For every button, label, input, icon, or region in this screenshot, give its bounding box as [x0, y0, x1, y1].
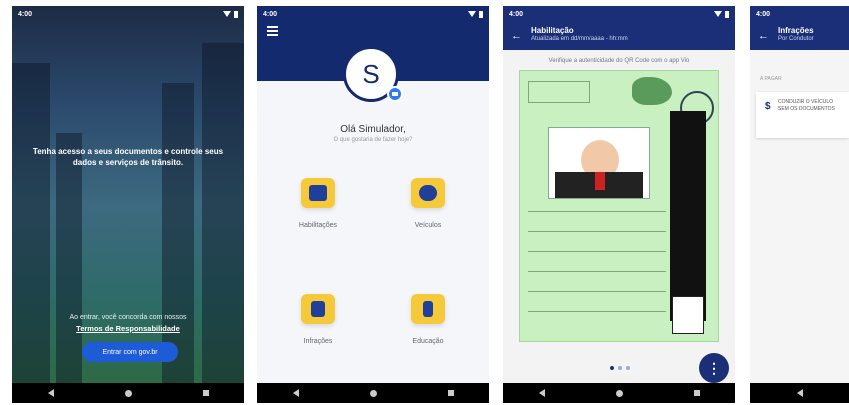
- traffic-light-icon: [411, 294, 445, 324]
- enter-govbr-button[interactable]: Entrar com gov.br: [82, 342, 178, 362]
- status-time: 4:00: [509, 10, 524, 18]
- battery-icon: [479, 10, 483, 18]
- back-nav-icon[interactable]: [538, 389, 545, 397]
- recent-apps-icon[interactable]: [447, 390, 454, 396]
- tile-educacao[interactable]: Educação: [393, 294, 463, 345]
- more-options-fab[interactable]: ⋮: [699, 353, 729, 383]
- license-field-line: [528, 311, 666, 312]
- page-subtitle: Por Condutor: [778, 36, 814, 42]
- infractions-screen: ← Infrações Por Condutor 4:00 A PAGAR $ …: [750, 6, 849, 403]
- recent-apps-icon[interactable]: [693, 390, 700, 396]
- welcome-text: Tenha acesso a seus documentos e control…: [32, 147, 224, 167]
- tile-label: Habilitações: [298, 222, 338, 229]
- home-nav-icon[interactable]: [615, 389, 623, 397]
- tile-infracoes[interactable]: Infrações: [283, 294, 353, 345]
- license-vertical-band: [670, 111, 706, 321]
- tile-veiculos[interactable]: Veículos: [393, 178, 463, 229]
- greeting-subtitle: O que gostaria de fazer hoje?: [333, 137, 413, 143]
- pager-dots[interactable]: [610, 366, 630, 370]
- verify-qr-text: Verifique a autenticidade do QR Code com…: [548, 58, 690, 64]
- license-photo: [548, 127, 650, 199]
- tile-habilitacoes[interactable]: Habilitações: [283, 178, 353, 229]
- license-field-line: [528, 231, 666, 232]
- section-label: A PAGAR: [760, 76, 782, 82]
- city-building: [56, 133, 82, 383]
- system-nav-bar: [503, 383, 735, 403]
- status-bar: 4:00: [257, 6, 489, 22]
- home-nav-icon[interactable]: [124, 389, 132, 397]
- status-bar: 4:00: [12, 6, 244, 22]
- home-screen: 4:00 S Olá Simulador, O que gostaria de …: [257, 6, 489, 403]
- license-field-line: [528, 271, 666, 272]
- city-building: [12, 63, 50, 383]
- infraction-card[interactable]: $ CONDUZIR O VEÍCULO SEM OS DOCUMENTOS: [756, 92, 849, 138]
- license-field-line: [528, 211, 666, 212]
- battery-icon: [725, 10, 729, 18]
- wifi-icon: [468, 11, 476, 17]
- page-title: Infrações: [778, 26, 814, 35]
- greeting: Olá Simulador,: [340, 124, 406, 135]
- tile-label: Infrações: [303, 338, 333, 345]
- license-header-box: [528, 81, 590, 103]
- wifi-icon: [714, 11, 722, 17]
- license-state-box: [672, 296, 704, 334]
- system-nav-bar: [12, 383, 244, 403]
- recent-apps-icon[interactable]: [202, 390, 209, 396]
- system-nav-bar: [257, 383, 489, 403]
- tie-icon: [595, 172, 605, 190]
- back-arrow-icon[interactable]: ←: [758, 30, 769, 42]
- page-subtitle: Atualizada em dd/mm/aaaa - hh:mm: [531, 36, 628, 42]
- back-nav-icon[interactable]: [796, 389, 803, 397]
- license-field-line: [528, 291, 666, 292]
- terms-prefix: Ao entrar, você concorda com nossos: [69, 314, 187, 321]
- status-time: 4:00: [756, 10, 771, 18]
- back-nav-icon[interactable]: [47, 389, 54, 397]
- menu-icon[interactable]: [267, 26, 278, 38]
- status-time: 4:00: [263, 10, 278, 18]
- brazil-map-icon: [632, 77, 672, 105]
- status-bar: 4:00: [503, 6, 735, 22]
- status-bar: 4:00: [750, 6, 849, 22]
- city-building: [162, 83, 194, 383]
- wifi-icon: [223, 11, 231, 17]
- license-field-line: [528, 251, 666, 252]
- system-nav-bar: [750, 383, 849, 403]
- car-icon: [411, 178, 445, 208]
- back-arrow-icon[interactable]: ←: [511, 30, 522, 42]
- id-card-icon: [301, 178, 335, 208]
- home-nav-icon[interactable]: [369, 389, 377, 397]
- page-title: Habilitação: [531, 26, 574, 35]
- status-time: 4:00: [18, 10, 33, 18]
- money-icon: $: [765, 101, 771, 112]
- welcome-screen: 4:00 Tenha acesso a seus documentos e co…: [12, 6, 244, 403]
- battery-icon: [234, 10, 238, 18]
- terms-link[interactable]: Termos de Responsabilidade: [12, 324, 244, 333]
- tile-label: Veículos: [414, 222, 442, 229]
- mail-badge-icon[interactable]: [387, 86, 403, 102]
- back-nav-icon[interactable]: [292, 389, 299, 397]
- tile-label: Educação: [412, 338, 444, 345]
- driver-license-image: [519, 70, 719, 342]
- document-icon: [301, 294, 335, 324]
- infraction-description: CONDUZIR O VEÍCULO SEM OS DOCUMENTOS: [778, 99, 835, 112]
- license-screen: ← Habilitação Atualizada em dd/mm/aaaa -…: [503, 6, 735, 403]
